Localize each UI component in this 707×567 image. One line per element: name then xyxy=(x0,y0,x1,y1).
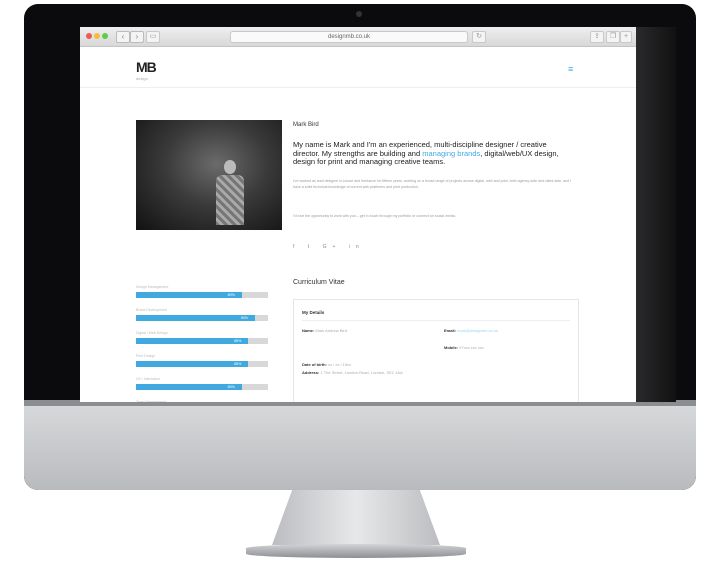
skill-label: Print Design xyxy=(136,354,156,358)
social-links: f t G+ in xyxy=(293,244,365,250)
skill-bar-fill: 85% xyxy=(136,338,249,344)
address-bar[interactable]: designmb.co.uk xyxy=(230,31,468,43)
forward-button[interactable]: › xyxy=(130,31,144,43)
divider xyxy=(302,320,570,321)
twitter-icon[interactable]: t xyxy=(308,244,315,250)
person-head xyxy=(224,160,236,174)
cv-section-heading: My Details xyxy=(302,310,325,315)
facebook-icon[interactable]: f xyxy=(293,244,300,250)
cv-email-label: Email: xyxy=(444,328,457,333)
site-header: MB design ≡ xyxy=(80,47,636,88)
add-tab-button[interactable]: + xyxy=(620,31,632,43)
cv-address-row: Address: 1 The Street, London Road, Lond… xyxy=(302,370,403,375)
skill-label: Digital / Web Design xyxy=(136,331,168,335)
cv-mobile-value: 07xxx xxx xxx xyxy=(459,345,484,350)
cv-details-panel: My Details Name: Mark Andrew Bird Email:… xyxy=(293,299,579,402)
skill-bar-fill: 80% xyxy=(136,384,242,390)
cv-name-value: Mark Andrew Bird xyxy=(315,328,347,333)
monitor-chin xyxy=(24,400,696,490)
skill-bar-fill: 90% xyxy=(136,315,255,321)
tabs-icon[interactable]: ❐ xyxy=(606,31,620,43)
browser-window: ‹ › ▭ designmb.co.uk ↻ ⇪ ❐ + MB design ≡… xyxy=(80,27,636,402)
skill-percent: 80% xyxy=(227,385,235,389)
linkedin-icon[interactable]: in xyxy=(349,244,365,250)
cv-title: Curriculum Vitae xyxy=(293,279,345,286)
cv-dob-value: xx / xx / 19xx xyxy=(328,362,352,367)
cv-mobile-row: Mobile: 07xxx xxx xxx xyxy=(444,345,484,350)
profile-photo xyxy=(136,120,282,230)
hamburger-icon[interactable]: ≡ xyxy=(568,65,578,74)
skill-bar: 90% xyxy=(136,315,268,321)
camera-dot xyxy=(356,11,362,17)
cv-address-label: Address: xyxy=(302,370,320,375)
skill-bar-fill: 80% xyxy=(136,292,242,298)
back-button[interactable]: ‹ xyxy=(116,31,130,43)
skill-label: UX / Interaction xyxy=(136,377,161,381)
cv-mobile-label: Mobile: xyxy=(444,345,458,350)
skill-label: Design Management xyxy=(136,285,169,289)
cv-address-value: 1 The Street, London Road, London, SE1 1… xyxy=(320,370,403,375)
person-body xyxy=(216,175,244,225)
site-logo[interactable]: MB xyxy=(136,59,157,75)
skill-percent: 85% xyxy=(234,362,242,366)
sidebar-toggle-icon[interactable]: ▭ xyxy=(146,31,160,43)
maximize-window-button[interactable] xyxy=(102,33,108,39)
skill-bar-fill: 85% xyxy=(136,361,249,367)
site-logo-subtitle: design xyxy=(136,76,148,81)
profile-intro: My name is Mark and I'm an experienced, … xyxy=(293,140,575,167)
skill-percent: 90% xyxy=(240,316,248,320)
skill-percent: 80% xyxy=(227,293,235,297)
profile-name: Mark Bird xyxy=(293,122,319,128)
cv-dob-row: Date of birth: xx / xx / 19xx xyxy=(302,362,351,367)
cv-name-row: Name: Mark Andrew Bird xyxy=(302,328,347,333)
monitor-base xyxy=(246,544,466,558)
share-icon[interactable]: ⇪ xyxy=(590,31,604,43)
browser-titlebar: ‹ › ▭ designmb.co.uk ↻ ⇪ ❐ + xyxy=(80,27,636,47)
cv-name-label: Name: xyxy=(302,328,315,333)
close-window-button[interactable] xyxy=(86,33,92,39)
reload-icon[interactable]: ↻ xyxy=(472,31,486,43)
monitor-stand xyxy=(272,490,440,545)
skill-bar: 85% xyxy=(136,338,268,344)
profile-paragraph-1: I've worked as lead designer in-house an… xyxy=(293,179,572,189)
skill-label: Brand Development xyxy=(136,308,167,312)
profile-paragraph-2: I'd love the opportunity to work with yo… xyxy=(293,214,456,218)
cv-email-link[interactable]: mark@designmb.co.uk xyxy=(457,328,498,333)
minimize-window-button[interactable] xyxy=(94,33,100,39)
skill-bar: 85% xyxy=(136,361,268,367)
screen-side-shade xyxy=(636,27,676,402)
skill-label: Team Management xyxy=(136,400,166,402)
google-plus-icon[interactable]: G+ xyxy=(323,244,342,250)
cv-email-row: Email: mark@designmb.co.uk xyxy=(444,328,498,333)
skill-bar: 80% xyxy=(136,292,268,298)
skill-bar: 80% xyxy=(136,384,268,390)
skill-percent: 85% xyxy=(234,339,242,343)
cv-dob-label: Date of birth: xyxy=(302,362,327,367)
